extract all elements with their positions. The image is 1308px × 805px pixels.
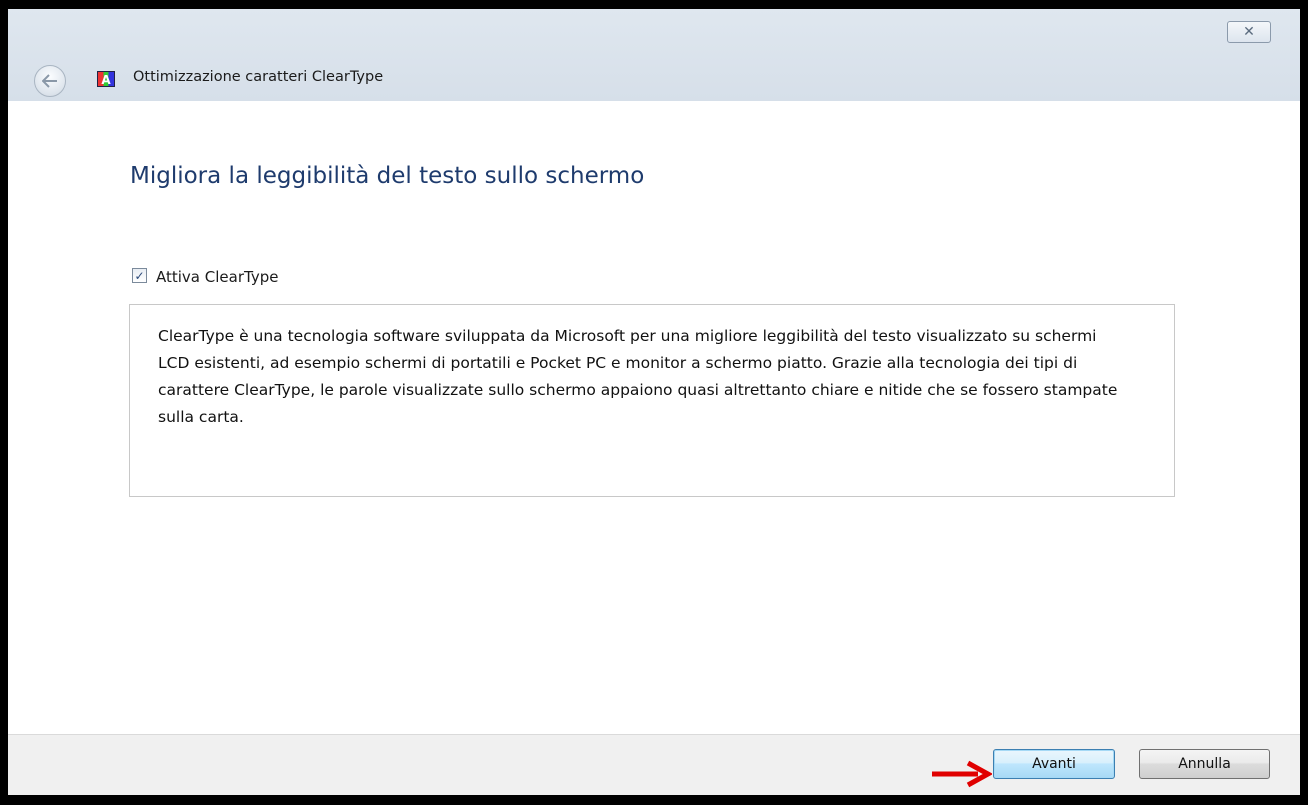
back-button[interactable] [34,65,66,97]
close-button[interactable]: ✕ [1227,21,1271,43]
arrow-right-icon [932,760,992,788]
page-heading: Migliora la leggibilità del testo sullo … [130,163,645,189]
description-box: ClearType è una tecnologia software svil… [129,304,1175,497]
cleartype-checkbox-label[interactable]: Attiva ClearType [156,268,278,286]
cleartype-dialog: ✕ A Ottimizzazione caratteri ClearType M… [8,9,1300,795]
title-bar: ✕ A Ottimizzazione caratteri ClearType [8,9,1300,101]
back-arrow-icon [42,74,57,88]
checkmark-icon: ✓ [134,268,145,283]
close-icon: ✕ [1243,24,1255,40]
cleartype-app-icon: A [97,71,115,87]
cancel-button[interactable]: Annulla [1139,749,1270,779]
cleartype-checkbox[interactable]: ✓ [132,268,147,283]
window-title: Ottimizzazione caratteri ClearType [133,69,384,85]
description-text: ClearType è una tecnologia software svil… [158,327,1118,426]
next-button[interactable]: Avanti [993,749,1115,779]
